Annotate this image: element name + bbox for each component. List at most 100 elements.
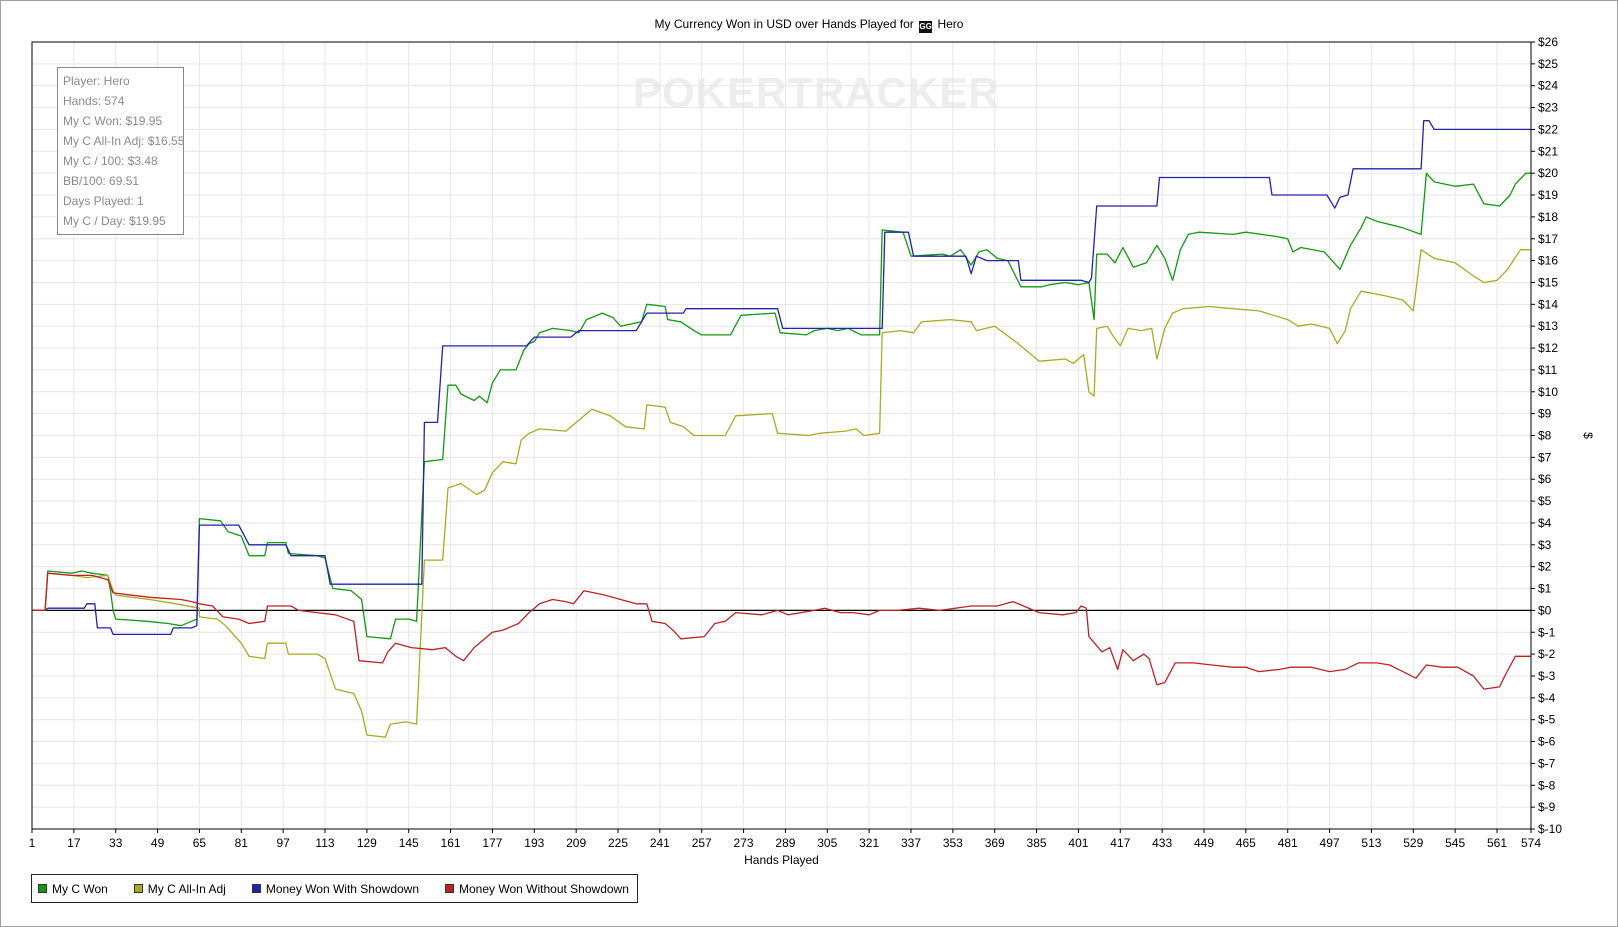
tooltip-line: My C Won: $19.95: [63, 114, 163, 128]
x-tick-label: 305: [817, 836, 837, 850]
y-tick-label: $-4: [1538, 691, 1556, 705]
y-tick-label: $-7: [1538, 756, 1556, 770]
x-tick-label: 369: [985, 836, 1005, 850]
series-line-money-won-without-showdown: [32, 572, 1531, 690]
y-tick-label: $-9: [1538, 800, 1556, 814]
legend-item[interactable]: My C All-In Adj: [133, 881, 226, 896]
y-tick-label: $7: [1538, 450, 1552, 464]
y-tick-label: $4: [1538, 516, 1552, 530]
x-tick-label: 241: [650, 836, 670, 850]
series-line-money-won-with-showdown: [32, 120, 1531, 636]
y-axis-label: $: [1581, 432, 1595, 439]
tooltip-line: Days Played: 1: [63, 194, 144, 208]
x-tick-label: 193: [524, 836, 544, 850]
legend-swatch: [251, 884, 261, 893]
tooltip-line: Hands: 574: [63, 94, 125, 108]
y-tick-label: $6: [1538, 472, 1552, 486]
y-tick-label: $12: [1538, 341, 1558, 355]
y-tick-label: $14: [1538, 297, 1558, 311]
x-tick-label: 225: [608, 836, 628, 850]
legend-swatch: [445, 884, 455, 893]
x-tick-label: 401: [1068, 836, 1088, 850]
stats-tooltip: Player: Hero Hands: 574 My C Won: $19.95 My…: [57, 67, 184, 235]
legend-swatch: [38, 884, 47, 893]
x-tick-label: 129: [357, 836, 377, 850]
x-tick-label: 337: [901, 836, 921, 850]
x-tick-label: 321: [859, 836, 879, 850]
x-tick-label: 481: [1278, 836, 1298, 850]
x-tick-label: 353: [943, 836, 963, 850]
y-tick-label: $22: [1538, 122, 1558, 136]
tooltip-line: Player: Hero: [63, 74, 130, 88]
chart-canvas: $26$25$24$23$22$21$20$19$18$17$16$15$14$…: [29, 35, 1595, 867]
y-tick-label: $11: [1538, 363, 1557, 377]
legend-label: My C All-In Adj: [147, 881, 226, 896]
x-tick-label: 97: [276, 836, 290, 850]
y-tick-label: $3: [1538, 538, 1552, 552]
x-tick-label: 529: [1403, 836, 1423, 850]
y-tick-label: $19: [1538, 188, 1558, 202]
y-tick-label: $-6: [1538, 735, 1556, 749]
x-axis-label: Hands Played: [744, 853, 819, 867]
y-tick-label: $-8: [1538, 778, 1556, 792]
y-tick-label: $26: [1538, 35, 1558, 49]
x-tick-label: 561: [1487, 836, 1507, 850]
y-tick-label: $23: [1538, 101, 1558, 115]
y-tick-label: $13: [1538, 319, 1558, 333]
y-tick-label: $9: [1538, 407, 1552, 421]
y-tick-label: $-2: [1538, 647, 1556, 661]
series-line-my-c-won: [32, 172, 1531, 640]
x-tick-label: 385: [1027, 836, 1047, 850]
y-tick-label: $5: [1538, 494, 1552, 508]
chart-window: My Currency Won in USD over Hands Played…: [0, 0, 1618, 927]
x-tick-label: 257: [692, 836, 712, 850]
y-tick-label: $-5: [1538, 713, 1556, 727]
x-tick-label: 574: [1521, 836, 1541, 850]
y-tick-label: $20: [1538, 166, 1558, 180]
x-tick-label: 161: [441, 836, 461, 850]
legend-label: My C Won: [52, 881, 108, 896]
x-tick-label: 145: [399, 836, 419, 850]
legend-item[interactable]: My C Won: [38, 882, 108, 896]
x-tick-label: 81: [235, 836, 249, 850]
y-tick-label: $15: [1538, 275, 1558, 289]
x-tick-label: 545: [1445, 836, 1465, 850]
x-tick-label: 33: [109, 836, 123, 850]
y-tick-label: $17: [1538, 232, 1558, 246]
legend-swatch: [133, 884, 143, 893]
chart-legend: My C Won My C All-In Adj Money Won With Sh…: [31, 874, 638, 903]
y-tick-label: $0: [1538, 603, 1552, 617]
x-tick-label: 65: [193, 836, 207, 850]
x-tick-label: 113: [315, 836, 334, 850]
x-tick-label: 465: [1236, 836, 1256, 850]
legend-label: Money Won Without Showdown: [459, 881, 629, 896]
y-tick-labels: $26 $25 $24 $23 $22 $21 $20 $19 $18 $17 $16 $15 $14 $…: [1531, 35, 1562, 836]
series-layer: [32, 120, 1531, 738]
x-tick-label: 289: [775, 836, 795, 850]
x-tick-label: 497: [1320, 836, 1340, 850]
y-tick-label: $24: [1538, 79, 1558, 93]
x-tick-label: 273: [734, 836, 754, 850]
legend-item[interactable]: Money Won Without Showdown: [445, 882, 629, 896]
x-tick-label: 1: [29, 836, 36, 850]
y-tick-label: $2: [1538, 560, 1552, 574]
y-tick-label: $25: [1538, 57, 1558, 71]
y-tick-label: $1: [1538, 582, 1552, 596]
tooltip-line: BB/100: 69.51: [63, 174, 140, 188]
grid-layer: [31, 41, 1532, 830]
x-tick-label: 209: [566, 836, 586, 850]
x-tick-label: 17: [67, 836, 81, 850]
tooltip-line: My C / 100: $3.48: [63, 154, 158, 168]
x-tick-label: 49: [151, 836, 165, 850]
y-tick-label: $18: [1538, 210, 1558, 224]
y-tick-label: $21: [1538, 144, 1558, 158]
x-tick-label: 433: [1152, 836, 1172, 850]
y-tick-label: $8: [1538, 429, 1552, 443]
y-tick-label: $16: [1538, 254, 1558, 268]
x-tick-label: 177: [482, 836, 502, 850]
x-tick-label: 513: [1361, 836, 1381, 850]
y-tick-label: $-1: [1538, 625, 1556, 639]
y-tick-label: $-10: [1538, 822, 1562, 836]
legend-item[interactable]: Money Won With Showdown: [251, 882, 419, 896]
x-tick-labels: 1 17 33 49 65 81 97 113 129 145 161 177 193 209 225 241…: [29, 829, 1541, 850]
